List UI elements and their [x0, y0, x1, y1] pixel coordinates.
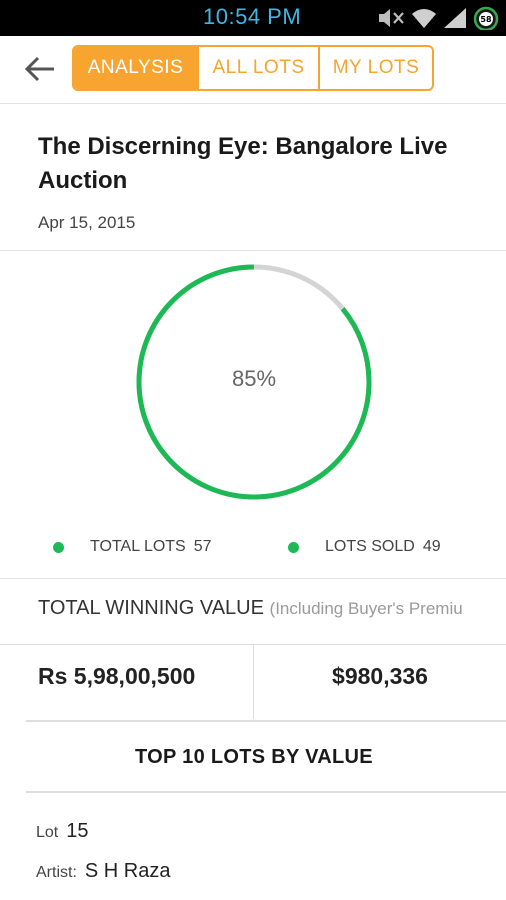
tab-analysis[interactable]: ANALYSIS	[74, 47, 197, 89]
wifi-icon	[412, 9, 436, 28]
legend-dot	[53, 541, 64, 553]
legend-label: LOTS SOLD	[325, 538, 415, 555]
lot-key: Lot	[36, 824, 59, 841]
lot-value: 15	[66, 820, 89, 842]
app-bar: ANALYSIS ALL LOTS MY LOTS	[0, 36, 506, 104]
mute-icon	[379, 9, 404, 27]
top-lots-heading: TOP 10 LOTS BY VALUE	[135, 746, 373, 768]
status-time: 10:54 PM	[203, 4, 302, 29]
winning-values: Rs 5,98,00,500 $980,336	[0, 645, 506, 719]
artist-key: Artist:	[36, 864, 77, 881]
auction-title: The Discerning Eye: Bangalore Live Aucti…	[38, 133, 448, 194]
battery-level: 58	[480, 15, 492, 24]
legend-value: 49	[422, 538, 441, 555]
artist-row[interactable]: Artist: S H Raza	[36, 860, 170, 883]
lot-number-row[interactable]: Lot 15	[36, 820, 89, 843]
battery-icon: 58	[473, 6, 499, 30]
back-button[interactable]	[20, 51, 60, 87]
divider	[0, 250, 506, 251]
arrow-left-icon	[24, 56, 54, 82]
signal-icon	[444, 8, 466, 28]
winning-note: (Including Buyer's Premiu	[269, 599, 463, 618]
total-winning-value-label: TOTAL WINNING VALUE (Including Buyer's P…	[38, 597, 463, 620]
legend-lots-sold: LOTS SOLD 49	[288, 538, 441, 556]
auction-date: Apr 15, 2015	[38, 213, 136, 232]
value-usd: $980,336	[332, 663, 428, 689]
top-lots-header: TOP 10 LOTS BY VALUE	[26, 720, 506, 793]
status-bar: 10:54 PM 58	[0, 0, 506, 36]
tab-my-lots[interactable]: MY LOTS	[318, 47, 432, 89]
winning-label: TOTAL WINNING VALUE	[38, 597, 264, 619]
sold-percent-label: 85%	[231, 366, 277, 391]
value-inr: Rs 5,98,00,500	[38, 663, 196, 689]
legend-dot	[288, 541, 299, 553]
legend-total-lots: TOTAL LOTS 57	[53, 538, 212, 556]
tab-all-lots[interactable]: ALL LOTS	[197, 47, 318, 89]
legend-label: TOTAL LOTS	[90, 538, 186, 555]
divider	[0, 578, 506, 579]
tab-bar: ANALYSIS ALL LOTS MY LOTS	[72, 45, 434, 91]
artist-value: S H Raza	[84, 860, 171, 882]
legend-value: 57	[193, 538, 212, 555]
